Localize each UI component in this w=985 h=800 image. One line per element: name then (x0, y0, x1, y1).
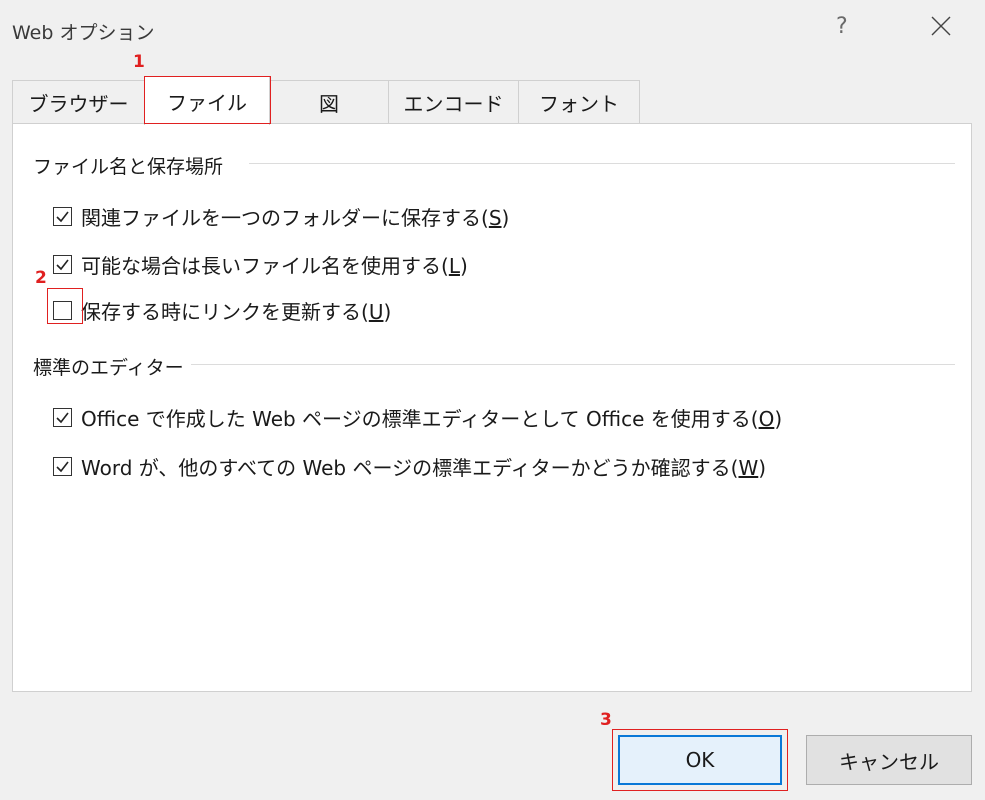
dialog-title: Web オプション (12, 22, 155, 44)
checkbox-word-check-default-editor[interactable]: Word が、他のすべての Web ページの標準エディターかどうか確認する(W) (53, 452, 766, 481)
annotation-number: 3 (600, 710, 612, 730)
checkbox-box[interactable] (53, 207, 72, 226)
checkbox-box[interactable] (53, 457, 72, 476)
checkbox-save-related-files[interactable]: 関連ファイルを一つのフォルダーに保存する(S) (53, 202, 509, 231)
checkbox-box[interactable] (53, 301, 72, 320)
checkbox-label: 可能な場合は長いファイル名を使用する(L) (81, 254, 468, 278)
tab-panel-file: ファイル名と保存場所 関連ファイルを一つのフォルダーに保存する(S) 可能な場合… (12, 123, 972, 692)
tab-fonts[interactable]: フォント (518, 80, 640, 124)
checkbox-label: 保存する時にリンクを更新する(U) (81, 300, 392, 324)
checkbox-box[interactable] (53, 408, 72, 427)
checkbox-update-links-on-save[interactable]: 保存する時にリンクを更新する(U) (53, 296, 391, 325)
ok-button[interactable]: OK (618, 735, 782, 785)
checkmark-icon (56, 461, 69, 473)
cancel-button[interactable]: キャンセル (806, 735, 972, 785)
close-icon (931, 16, 951, 36)
annotation-number: 1 (133, 52, 145, 72)
checkbox-label: Word が、他のすべての Web ページの標準エディターかどうか確認する(W) (81, 456, 767, 480)
close-button[interactable] (928, 13, 954, 39)
tab-picture[interactable]: 図 (269, 80, 389, 124)
group-divider (249, 163, 955, 164)
checkbox-label: 関連ファイルを一つのフォルダーに保存する(S) (81, 206, 510, 230)
checkmark-icon (56, 211, 69, 223)
group-title-default-editor: 標準のエディター (33, 357, 184, 379)
checkbox-label: Office で作成した Web ページの標準エディターとして Office を… (81, 407, 783, 431)
tab-browser[interactable]: ブラウザー (12, 80, 145, 124)
title-bar: Web オプション ? (0, 0, 985, 60)
checkmark-icon (56, 259, 69, 271)
tab-file[interactable]: ファイル (144, 76, 270, 125)
annotation-number: 2 (35, 268, 47, 288)
group-divider (191, 364, 955, 365)
checkbox-office-default-editor[interactable]: Office で作成した Web ページの標準エディターとして Office を… (53, 403, 782, 432)
tab-encoding[interactable]: エンコード (388, 80, 519, 124)
group-title-file-names: ファイル名と保存場所 (33, 156, 224, 178)
checkmark-icon (56, 412, 69, 424)
checkbox-box[interactable] (53, 255, 72, 274)
help-button[interactable]: ? (836, 14, 848, 39)
checkbox-long-file-names[interactable]: 可能な場合は長いファイル名を使用する(L) (53, 250, 468, 279)
